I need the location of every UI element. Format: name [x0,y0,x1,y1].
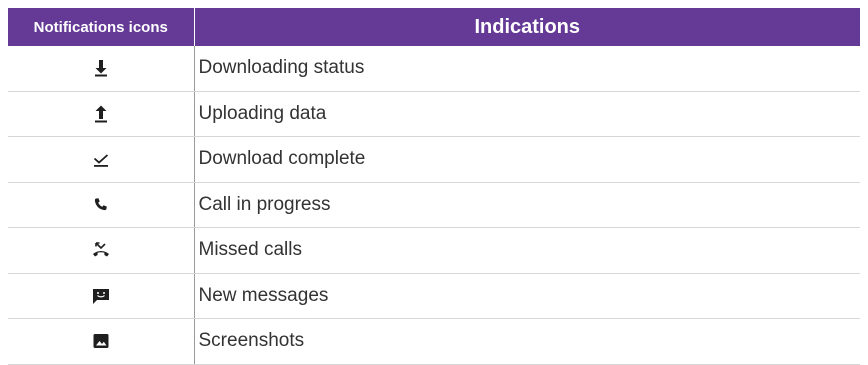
icon-cell [8,46,195,92]
download-arrow-icon [91,58,111,78]
icon-cell [8,182,195,228]
icon-cell [8,273,195,319]
table-row: New messages [8,273,860,319]
notifications-table-container: Notifications icons Indications Download… [8,8,860,365]
screenshot-icon [91,331,111,351]
table-row: Downloading status [8,46,860,92]
missed-call-icon [91,240,111,260]
header-indications: Indications [194,8,860,46]
table-row: Uploading data [8,91,860,137]
notifications-table: Notifications icons Indications Download… [8,8,860,365]
icon-cell [8,227,195,274]
header-notifications-icons: Notifications icons [8,8,195,46]
table-header-row: Notifications icons Indications [8,8,860,46]
indication-text: Uploading data [194,91,860,137]
indication-text: Missed calls [194,227,860,274]
indication-text: New messages [194,273,860,319]
download-complete-icon [91,149,111,169]
upload-arrow-icon [91,104,111,124]
icon-cell [8,91,195,137]
indication-text: Screenshots [194,318,860,365]
table-row: Call in progress [8,182,860,228]
icon-cell [8,136,195,183]
message-icon [91,286,111,306]
phone-icon [91,195,111,215]
indication-text: Download complete [194,136,860,183]
indication-text: Call in progress [194,182,860,228]
indication-text: Downloading status [194,46,860,92]
table-row: Missed calls [8,227,860,274]
icon-cell [8,318,195,365]
table-row: Download complete [8,136,860,183]
table-row: Screenshots [8,318,860,365]
